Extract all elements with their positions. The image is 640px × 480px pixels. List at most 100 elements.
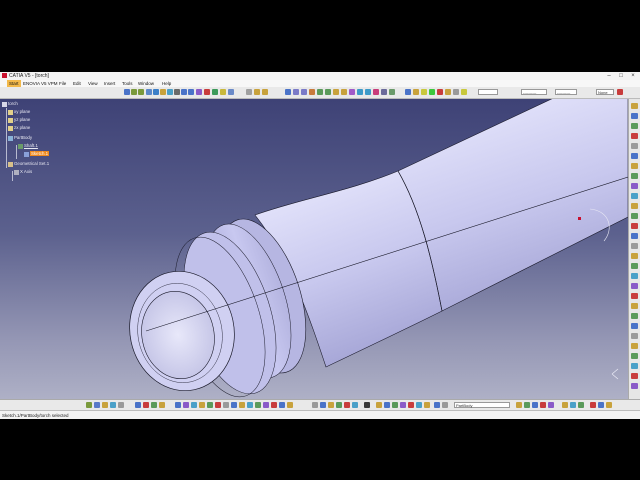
hole-icon[interactable] <box>309 89 315 95</box>
undo-icon[interactable] <box>131 89 137 95</box>
tool-icon[interactable] <box>207 402 213 408</box>
tool-icon[interactable] <box>548 402 554 408</box>
render-style-icon[interactable] <box>212 89 218 95</box>
remove-face-icon[interactable] <box>381 89 387 95</box>
tool-icon[interactable] <box>135 402 141 408</box>
tool-icon[interactable] <box>110 402 116 408</box>
tree-item-shaft[interactable]: Shaft.1 <box>18 143 38 149</box>
tool-icon[interactable] <box>631 343 638 349</box>
tool-icon[interactable] <box>118 402 124 408</box>
3d-viewport[interactable]: torch xy plane yz plane zx plane PartBod… <box>0 99 628 399</box>
tool-icon[interactable] <box>540 402 546 408</box>
close-icon[interactable]: × <box>627 72 639 80</box>
mirror-icon[interactable] <box>389 89 395 95</box>
shell-icon[interactable] <box>357 89 363 95</box>
rib-icon[interactable] <box>317 89 323 95</box>
thickness-icon[interactable] <box>365 89 371 95</box>
pad-icon[interactable] <box>254 89 260 95</box>
chamfer-icon[interactable] <box>341 89 347 95</box>
minimize-icon[interactable]: – <box>603 72 615 80</box>
tree-item-x-axis[interactable]: X Axis <box>14 169 32 175</box>
tool-icon[interactable] <box>631 173 638 179</box>
tool-icon[interactable] <box>344 402 350 408</box>
menu-edit[interactable]: Edit <box>73 80 81 87</box>
constraint-icon[interactable] <box>453 89 459 95</box>
tool-icon[interactable] <box>631 243 638 249</box>
tool-icon[interactable] <box>352 402 358 408</box>
menu-insert[interactable]: Insert <box>104 80 115 87</box>
tool-icon[interactable] <box>223 402 229 408</box>
sketcher-icon[interactable] <box>246 89 252 95</box>
views-icon[interactable] <box>204 89 210 95</box>
tool-icon[interactable] <box>320 402 326 408</box>
fillet-icon[interactable] <box>333 89 339 95</box>
pattern-icon[interactable] <box>405 89 411 95</box>
tree-item-xy-plane[interactable]: xy plane <box>8 109 30 115</box>
tool-icon[interactable] <box>631 203 638 209</box>
tool-icon[interactable] <box>631 313 638 319</box>
tool-icon[interactable] <box>631 293 638 299</box>
tool-icon[interactable] <box>336 402 342 408</box>
tool-icon[interactable] <box>578 402 584 408</box>
line-type-combo[interactable]: ---------- <box>521 89 547 95</box>
tool-icon[interactable] <box>631 163 638 169</box>
shaft-icon[interactable] <box>293 89 299 95</box>
tool-icon[interactable] <box>631 113 638 119</box>
tool-icon[interactable] <box>159 402 165 408</box>
tool-icon[interactable] <box>279 402 285 408</box>
tool-icon[interactable] <box>271 402 277 408</box>
tool-icon[interactable] <box>631 253 638 259</box>
boolean-icon[interactable] <box>429 89 435 95</box>
tool-icon[interactable] <box>524 402 530 408</box>
tool-icon[interactable] <box>631 273 638 279</box>
tool-icon[interactable] <box>590 402 596 408</box>
tree-item-zx-plane[interactable]: zx plane <box>8 125 30 131</box>
tool-icon[interactable] <box>631 363 638 369</box>
line-weight-combo[interactable]: ---------- <box>555 89 577 95</box>
tree-item-sketch[interactable]: Sketch.1 <box>24 151 50 157</box>
menu-start[interactable]: Start <box>7 80 21 87</box>
tool-icon[interactable] <box>400 402 406 408</box>
tool-icon[interactable] <box>392 402 398 408</box>
tool-icon[interactable] <box>631 153 638 159</box>
tool-icon[interactable] <box>247 402 253 408</box>
tool-icon[interactable] <box>239 402 245 408</box>
tool-icon[interactable] <box>231 402 237 408</box>
tool-icon[interactable] <box>287 402 293 408</box>
tool-icon[interactable] <box>631 233 638 239</box>
part-model[interactable] <box>0 99 628 399</box>
pan-icon[interactable] <box>167 89 173 95</box>
tool-icon[interactable] <box>94 402 100 408</box>
tree-item-root[interactable]: torch <box>2 101 18 107</box>
scaling-icon[interactable] <box>413 89 419 95</box>
tool-icon[interactable] <box>376 402 382 408</box>
tool-icon[interactable] <box>408 402 414 408</box>
tool-icon[interactable] <box>199 402 205 408</box>
tool-icon[interactable] <box>631 353 638 359</box>
zoom-out-icon[interactable] <box>188 89 194 95</box>
tool-icon[interactable] <box>328 402 334 408</box>
menu-view[interactable]: View <box>88 80 98 87</box>
redo-icon[interactable] <box>138 89 144 95</box>
groove-icon[interactable] <box>301 89 307 95</box>
tool-icon[interactable] <box>631 103 638 109</box>
menu-window[interactable]: Window <box>138 80 154 87</box>
menu-help[interactable]: Help <box>162 80 171 87</box>
rotate-icon[interactable] <box>174 89 180 95</box>
layer-filter-icon[interactable] <box>617 89 623 95</box>
material-icon[interactable] <box>421 89 427 95</box>
tool-icon[interactable] <box>631 383 638 389</box>
slot-icon[interactable] <box>325 89 331 95</box>
tool-icon[interactable] <box>151 402 157 408</box>
select-icon[interactable] <box>124 89 130 95</box>
tool-icon[interactable] <box>255 402 261 408</box>
update-icon[interactable] <box>146 89 152 95</box>
tool-icon[interactable] <box>631 193 638 199</box>
analysis-icon[interactable] <box>437 89 443 95</box>
tool-icon[interactable] <box>183 402 189 408</box>
tool-icon[interactable] <box>631 223 638 229</box>
tool-icon[interactable] <box>442 402 448 408</box>
tool-icon[interactable] <box>102 402 108 408</box>
menu-enovia[interactable]: ENOVIA V5 VPM <box>23 80 58 87</box>
tool-icon[interactable] <box>364 402 370 408</box>
